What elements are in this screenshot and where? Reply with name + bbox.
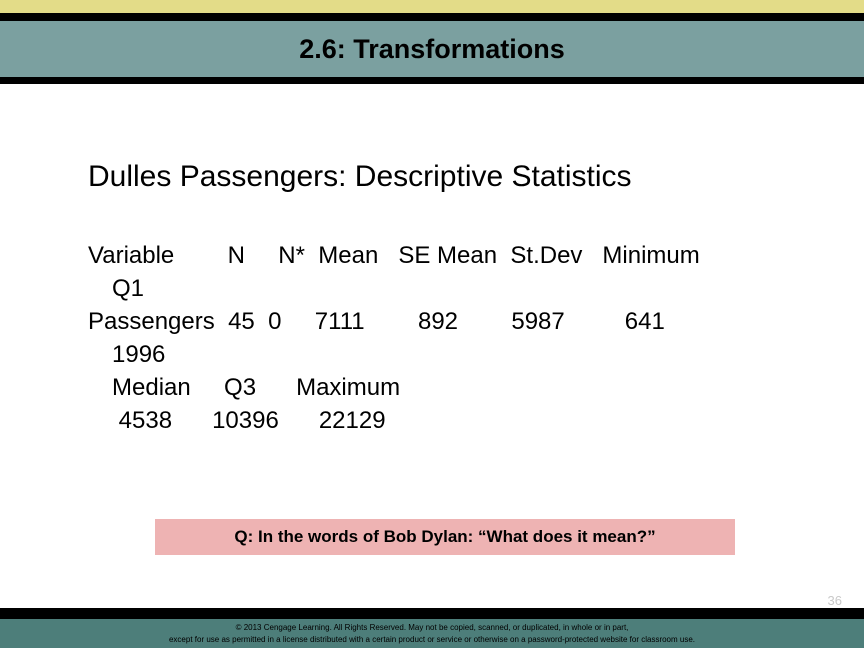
section-heading: Dulles Passengers: Descriptive Statistic… [88,160,632,193]
footer-black-rule [0,608,864,619]
page-title: 2.6: Transformations [299,33,565,64]
copyright-footer: © 2013 Cengage Learning. All Rights Rese… [0,619,864,648]
stats-data-row-1-cont: 1996 [112,341,166,368]
title-bottom-black-rule [0,77,864,84]
copyright-line-2: except for use as permitted in a license… [168,634,696,644]
stats-header-row-1-cont: Q1 [112,275,145,302]
stats-data-row-1: Passengers 45 0 7111 892 5987 641 [88,308,665,335]
slide-content-area: Dulles Passengers: Descriptive Statistic… [0,84,864,608]
slide-title-bar: 2.6: Transformations [0,21,864,77]
stats-header-row-2: Median Q3 Maximum [112,374,401,401]
stats-header-row-1: Variable N N* Mean SE Mean St.Dev Minimu… [88,242,700,269]
top-black-rule [0,13,864,21]
stats-data-row-2: 4538 10396 22129 [112,407,386,434]
descriptive-statistics-output: Variable N N* Mean SE Mean St.Dev Minimu… [88,239,788,437]
slide-page-number: 36 [827,593,842,608]
question-callout-box: Q: In the words of Bob Dylan: “What does… [155,519,735,555]
question-callout-text: Q: In the words of Bob Dylan: “What does… [234,527,656,546]
copyright-line-1: © 2013 Cengage Learning. All Rights Rese… [235,622,629,632]
top-accent-band [0,0,864,13]
